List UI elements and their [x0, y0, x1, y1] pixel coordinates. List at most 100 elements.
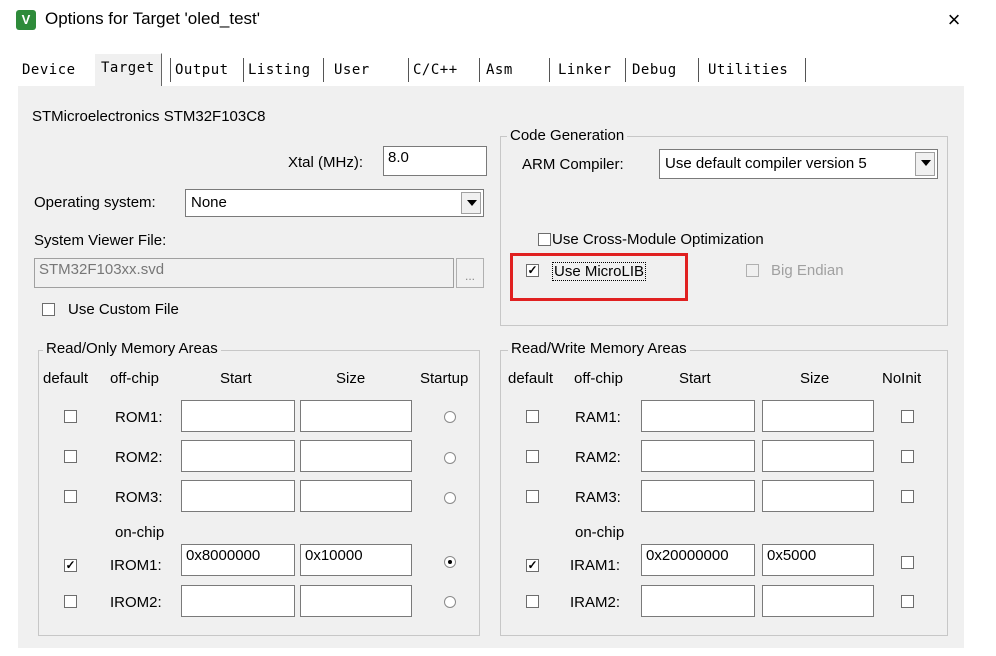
tab-listing[interactable]: Listing [248, 56, 311, 84]
arm-compiler-value: Use default compiler version 5 [665, 155, 867, 172]
svd-browse-button[interactable]: ... [456, 258, 484, 288]
os-select[interactable]: None [185, 189, 484, 217]
ram2-size-input[interactable] [762, 440, 874, 472]
xtal-input[interactable]: 8.0 [383, 146, 487, 176]
iram2-label: IRAM2: [570, 594, 621, 611]
rom3-label: ROM3: [115, 489, 163, 506]
rom1-default-checkbox[interactable] [64, 410, 77, 423]
target-panel: STMicroelectronics STM32F103C8 Xtal (MHz… [18, 86, 964, 648]
tab-user[interactable]: User [334, 56, 370, 84]
iram2-start-input[interactable] [641, 585, 755, 617]
tab-target[interactable]: Target [94, 53, 162, 86]
tab-device[interactable]: Device [22, 56, 76, 84]
irom1-startup-radio[interactable] [444, 556, 456, 568]
chevron-down-icon[interactable] [461, 192, 481, 214]
rom1-label: ROM1: [115, 409, 163, 426]
os-value: None [191, 194, 227, 211]
ram2-noinit-checkbox[interactable] [901, 450, 914, 463]
code-generation-title: Code Generation [507, 127, 628, 144]
rom1-size-input[interactable] [300, 400, 412, 432]
arm-compiler-select[interactable]: Use default compiler version 5 [659, 149, 938, 179]
read-write-memory-title: Read/Write Memory Areas [508, 340, 690, 357]
use-custom-file-checkbox[interactable] [42, 303, 55, 316]
ro-header-startup: Startup [420, 370, 469, 387]
ram2-label: RAM2: [575, 449, 621, 466]
ram1-size-input[interactable] [762, 400, 874, 432]
rom2-label: ROM2: [115, 449, 163, 466]
iram2-size-input[interactable] [762, 585, 874, 617]
ram2-default-checkbox[interactable] [526, 450, 539, 463]
rom3-size-input[interactable] [300, 480, 412, 512]
rw-header-start: Start [679, 370, 711, 387]
ro-header-size: Size [336, 370, 366, 387]
tab-output[interactable]: Output [175, 56, 229, 84]
iram1-default-checkbox[interactable]: ✓ [526, 559, 539, 572]
ram3-size-input[interactable] [762, 480, 874, 512]
close-icon[interactable]: × [940, 6, 968, 34]
tab-linker[interactable]: Linker [558, 56, 612, 84]
irom1-size-input[interactable]: 0x10000 [300, 544, 412, 576]
ram1-default-checkbox[interactable] [526, 410, 539, 423]
rom1-startup-radio[interactable] [444, 411, 456, 423]
iram2-default-checkbox[interactable] [526, 595, 539, 608]
rom3-startup-radio[interactable] [444, 492, 456, 504]
rom2-start-input[interactable] [181, 440, 295, 472]
tab-strip: Device Target Output Listing User C/C++ … [18, 53, 964, 86]
window-title: Options for Target 'oled_test' [45, 9, 261, 28]
rw-header-size: Size [800, 370, 830, 387]
irom1-start-input[interactable]: 0x8000000 [181, 544, 295, 576]
tab-utilities[interactable]: Utilities [708, 56, 788, 84]
ram1-start-input[interactable] [641, 400, 755, 432]
iram1-label: IRAM1: [570, 557, 621, 574]
big-endian-checkbox[interactable] [746, 264, 759, 277]
rw-onchip-label: on-chip [575, 524, 625, 541]
rom3-start-input[interactable] [181, 480, 295, 512]
irom2-start-input[interactable] [181, 585, 295, 617]
iram2-noinit-checkbox[interactable] [901, 595, 914, 608]
rw-header-default: default [508, 370, 554, 387]
device-name: STMicroelectronics STM32F103C8 [32, 108, 266, 125]
tab-c-cpp[interactable]: C/C++ [413, 56, 458, 84]
cross-module-label: Use Cross-Module Optimization [552, 231, 764, 248]
irom1-label: IROM1: [110, 557, 162, 574]
use-custom-file-label: Use Custom File [68, 301, 179, 318]
svd-input[interactable]: STM32F103xx.svd [34, 258, 454, 288]
read-only-memory-title: Read/Only Memory Areas [43, 340, 221, 357]
rom2-size-input[interactable] [300, 440, 412, 472]
svd-label: System Viewer File: [34, 232, 167, 249]
chevron-down-icon[interactable] [915, 152, 935, 176]
tab-asm[interactable]: Asm [486, 56, 513, 84]
rom3-default-checkbox[interactable] [64, 490, 77, 503]
os-label: Operating system: [34, 194, 156, 211]
ro-header-default: default [43, 370, 89, 387]
irom2-default-checkbox[interactable] [64, 595, 77, 608]
ram2-start-input[interactable] [641, 440, 755, 472]
title-bar: V Options for Target 'oled_test' × [0, 0, 996, 40]
xtal-label: Xtal (MHz): [288, 154, 363, 171]
iram1-start-input[interactable]: 0x20000000 [641, 544, 755, 576]
tab-debug[interactable]: Debug [632, 56, 677, 84]
rom2-default-checkbox[interactable] [64, 450, 77, 463]
ro-header-start: Start [220, 370, 252, 387]
ram3-noinit-checkbox[interactable] [901, 490, 914, 503]
rom2-startup-radio[interactable] [444, 452, 456, 464]
ram3-start-input[interactable] [641, 480, 755, 512]
ram1-noinit-checkbox[interactable] [901, 410, 914, 423]
rw-header-noinit: NoInit [882, 370, 922, 387]
iram1-size-input[interactable]: 0x5000 [762, 544, 874, 576]
big-endian-label: Big Endian [771, 262, 844, 279]
ram3-label: RAM3: [575, 489, 621, 506]
cross-module-checkbox[interactable] [538, 233, 551, 246]
ram1-label: RAM1: [575, 409, 621, 426]
rom1-start-input[interactable] [181, 400, 295, 432]
iram1-noinit-checkbox[interactable] [901, 556, 914, 569]
ram3-default-checkbox[interactable] [526, 490, 539, 503]
ro-onchip-label: on-chip [115, 524, 165, 541]
irom2-startup-radio[interactable] [444, 596, 456, 608]
irom2-size-input[interactable] [300, 585, 412, 617]
irom2-label: IROM2: [110, 594, 162, 611]
rw-header-offchip: off-chip [574, 370, 623, 387]
irom1-default-checkbox[interactable]: ✓ [64, 559, 77, 572]
arm-compiler-label: ARM Compiler: [522, 156, 624, 173]
keil-app-icon: V [16, 10, 36, 30]
